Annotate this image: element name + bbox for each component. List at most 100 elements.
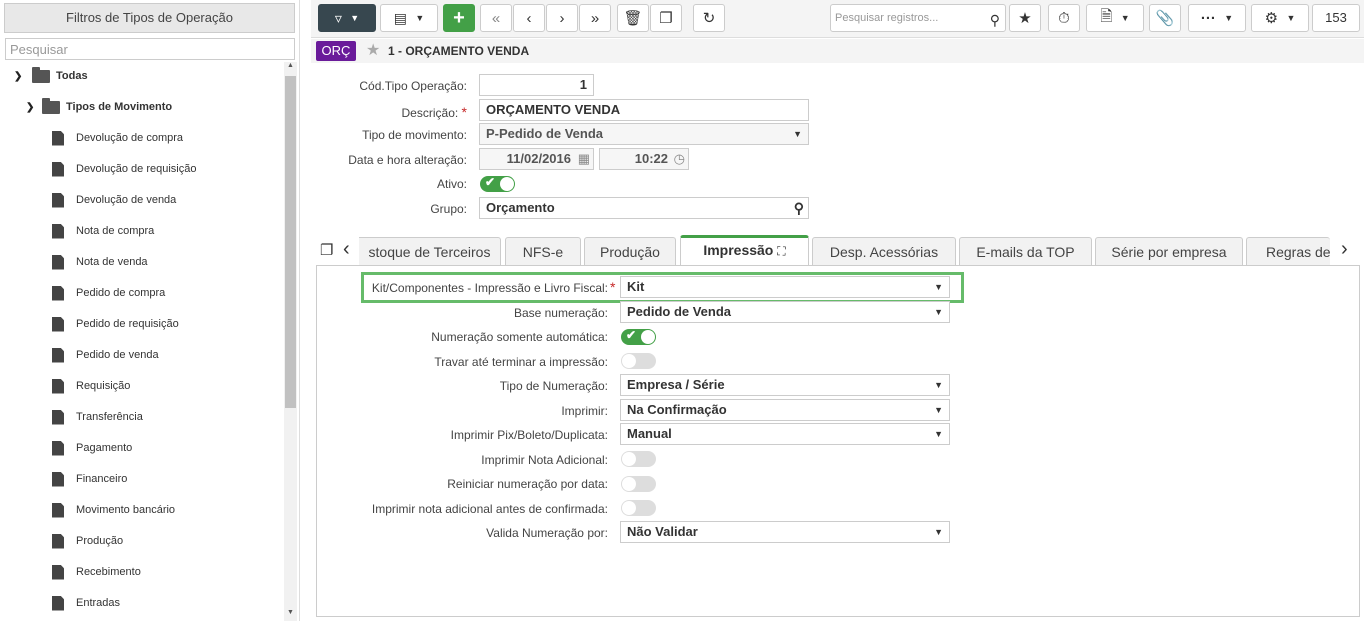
more-icon: ··· bbox=[1200, 9, 1216, 27]
tree-item-label: Entradas bbox=[76, 597, 121, 609]
folder-icon bbox=[42, 97, 60, 114]
tree-item[interactable]: Financeiro bbox=[52, 467, 127, 491]
hora-alteracao-field[interactable]: 10:22 ◷ bbox=[599, 148, 689, 170]
imprimir-nota-adicional-toggle[interactable] bbox=[621, 451, 656, 467]
tree-item[interactable]: Entradas bbox=[52, 591, 120, 615]
tree-item[interactable]: Movimento bancário bbox=[52, 498, 175, 522]
tree-item[interactable]: Pedido de requisição bbox=[52, 312, 179, 336]
chevron-down-icon[interactable]: ❯ bbox=[26, 102, 40, 113]
scroll-up-icon[interactable]: ▲ bbox=[284, 62, 297, 74]
document-icon bbox=[52, 409, 64, 425]
tab-serie-empresa[interactable]: Série por empresa bbox=[1095, 237, 1243, 266]
search-icon[interactable]: ⚲ bbox=[794, 198, 804, 218]
tree-item[interactable]: Requisição bbox=[52, 374, 130, 398]
filter-search-input[interactable] bbox=[5, 38, 295, 60]
previous-record-button[interactable]: ‹ bbox=[513, 4, 545, 32]
kit-componentes-label: Kit/Componentes - Impressão e Livro Fisc… bbox=[371, 281, 608, 295]
scroll-down-icon[interactable]: ▼ bbox=[284, 609, 297, 621]
tree-scrollbar[interactable]: ▲ ▼ bbox=[284, 62, 297, 621]
attachment-button[interactable]: 📎 bbox=[1149, 4, 1181, 32]
tab-desp-acessorias[interactable]: Desp. Acessórias bbox=[812, 237, 956, 266]
filter-button[interactable]: ▿ ▼ bbox=[318, 4, 376, 32]
tree-item[interactable]: Devolução de requisição bbox=[52, 157, 196, 181]
view-mode-button[interactable]: ▤ ▼ bbox=[380, 4, 438, 32]
search-records-input[interactable]: Pesquisar registros... ⚲ bbox=[830, 4, 1006, 32]
kit-componentes-select[interactable]: Kit ▼ bbox=[620, 276, 950, 298]
clock-icon[interactable]: ◷ bbox=[674, 149, 685, 169]
tree-item[interactable]: Devolução de compra bbox=[52, 126, 183, 150]
copy-icon[interactable]: ❐ bbox=[320, 241, 333, 259]
imprimir-select[interactable]: Na Confirmação ▼ bbox=[620, 399, 950, 421]
calendar-icon[interactable]: ▦ bbox=[578, 149, 590, 169]
data-alteracao-label: Data e hora alteração: bbox=[348, 153, 467, 167]
last-record-button[interactable]: » bbox=[579, 4, 611, 32]
settings-button[interactable]: ⚙ ▼ bbox=[1251, 4, 1309, 32]
caret-down-icon: ▼ bbox=[1224, 13, 1234, 23]
delete-button[interactable]: 🗑 bbox=[617, 4, 649, 32]
expand-icon[interactable]: ⛶ bbox=[777, 244, 785, 258]
cod-tipo-field[interactable]: 1 bbox=[479, 74, 594, 96]
tree-item[interactable]: Produção bbox=[52, 529, 123, 553]
next-record-button[interactable]: › bbox=[546, 4, 578, 32]
tab-impressao[interactable]: Impressão ⛶ bbox=[680, 235, 809, 266]
tipo-movimento-select[interactable]: P-Pedido de Venda ▼ bbox=[479, 123, 809, 145]
imprimir-pix-select[interactable]: Manual ▼ bbox=[620, 423, 950, 445]
tree-item[interactable]: Pagamento bbox=[52, 436, 132, 460]
check-icon: ✔ bbox=[626, 328, 637, 342]
tab-nfse[interactable]: NFS-e bbox=[505, 237, 581, 266]
tree-item[interactable]: Nota de venda bbox=[52, 250, 148, 274]
travar-impressao-label: Travar até terminar a impressão: bbox=[434, 355, 608, 369]
document-icon bbox=[52, 471, 64, 487]
tree-item[interactable]: Nota de compra bbox=[52, 219, 154, 243]
numeracao-automatica-toggle[interactable]: ✔ bbox=[621, 328, 656, 345]
travar-impressao-toggle[interactable] bbox=[621, 353, 656, 369]
tree-item[interactable]: Transferência bbox=[52, 405, 143, 429]
copy-icon: ❐ bbox=[659, 10, 673, 27]
search-icon[interactable]: ⚲ bbox=[990, 7, 1000, 33]
tab-producao[interactable]: Produção bbox=[584, 237, 676, 266]
record-header: ORÇ ★ 1 - ORÇAMENTO VENDA bbox=[311, 39, 1364, 63]
tree-node-root[interactable]: ❯ Todas bbox=[14, 64, 88, 88]
favorite-button[interactable]: ★ bbox=[1009, 4, 1041, 32]
timer-button[interactable]: ⏱ bbox=[1048, 4, 1080, 32]
base-numeracao-select[interactable]: Pedido de Venda ▼ bbox=[620, 301, 950, 323]
refresh-button[interactable]: ↻ bbox=[693, 4, 725, 32]
caret-down-icon: ▼ bbox=[934, 405, 943, 415]
required-marker: * bbox=[610, 279, 616, 295]
imprimir-value: Na Confirmação bbox=[627, 402, 727, 417]
ativo-toggle[interactable]: ✔ bbox=[480, 175, 515, 192]
grupo-field[interactable]: Orçamento ⚲ bbox=[479, 197, 809, 219]
more-actions-button[interactable]: ··· ▼ bbox=[1188, 4, 1246, 32]
tree-item[interactable]: Pedido de compra bbox=[52, 281, 165, 305]
tree-item[interactable]: Pedido de venda bbox=[52, 343, 159, 367]
tipo-movimento-label: Tipo de movimento: bbox=[362, 128, 467, 142]
tree-item-label: Requisição bbox=[76, 380, 131, 392]
chevron-down-icon[interactable]: ❯ bbox=[14, 71, 28, 82]
data-alteracao-field[interactable]: 11/02/2016 ▦ bbox=[479, 148, 594, 170]
first-record-button[interactable]: « bbox=[480, 4, 512, 32]
star-icon[interactable]: ★ bbox=[366, 40, 380, 60]
tab-estoque-terceiros[interactable]: stoque de Terceiros bbox=[359, 237, 501, 266]
tipo-numeracao-select[interactable]: Empresa / Série ▼ bbox=[620, 374, 950, 396]
tab-scroll-right-icon[interactable]: › bbox=[1341, 238, 1348, 261]
tree-item[interactable]: Recebimento bbox=[52, 560, 141, 584]
document-icon bbox=[52, 161, 64, 177]
duplicate-button[interactable]: ❐ bbox=[650, 4, 682, 32]
double-chevron-right-icon: » bbox=[590, 9, 600, 27]
tree-item[interactable]: Devolução de venda bbox=[52, 188, 176, 212]
tree-item-label: Produção bbox=[76, 535, 124, 547]
valida-numeracao-select[interactable]: Não Validar ▼ bbox=[620, 521, 950, 543]
tab-scroll-left-icon[interactable]: ‹ bbox=[343, 238, 350, 261]
tab-emails-top[interactable]: E-mails da TOP bbox=[959, 237, 1092, 266]
scroll-thumb[interactable] bbox=[285, 76, 296, 408]
nota-adicional-antes-toggle[interactable] bbox=[621, 500, 656, 516]
tab-regras[interactable]: Regras de bbox=[1246, 237, 1330, 266]
tipo-movimento-value: P-Pedido de Venda bbox=[486, 126, 604, 141]
tree-node-group[interactable]: ❯ Tipos de Movimento bbox=[26, 95, 172, 119]
operation-type-tree: ❯ Todas ❯ Tipos de Movimento Devolução d… bbox=[0, 62, 282, 621]
reiniciar-numeracao-toggle[interactable] bbox=[621, 476, 656, 492]
add-record-button[interactable]: + bbox=[443, 4, 475, 32]
export-button[interactable]: 🗎 ▼ bbox=[1086, 4, 1144, 32]
document-icon bbox=[52, 564, 64, 580]
descricao-field[interactable]: ORÇAMENTO VENDA bbox=[479, 99, 809, 121]
